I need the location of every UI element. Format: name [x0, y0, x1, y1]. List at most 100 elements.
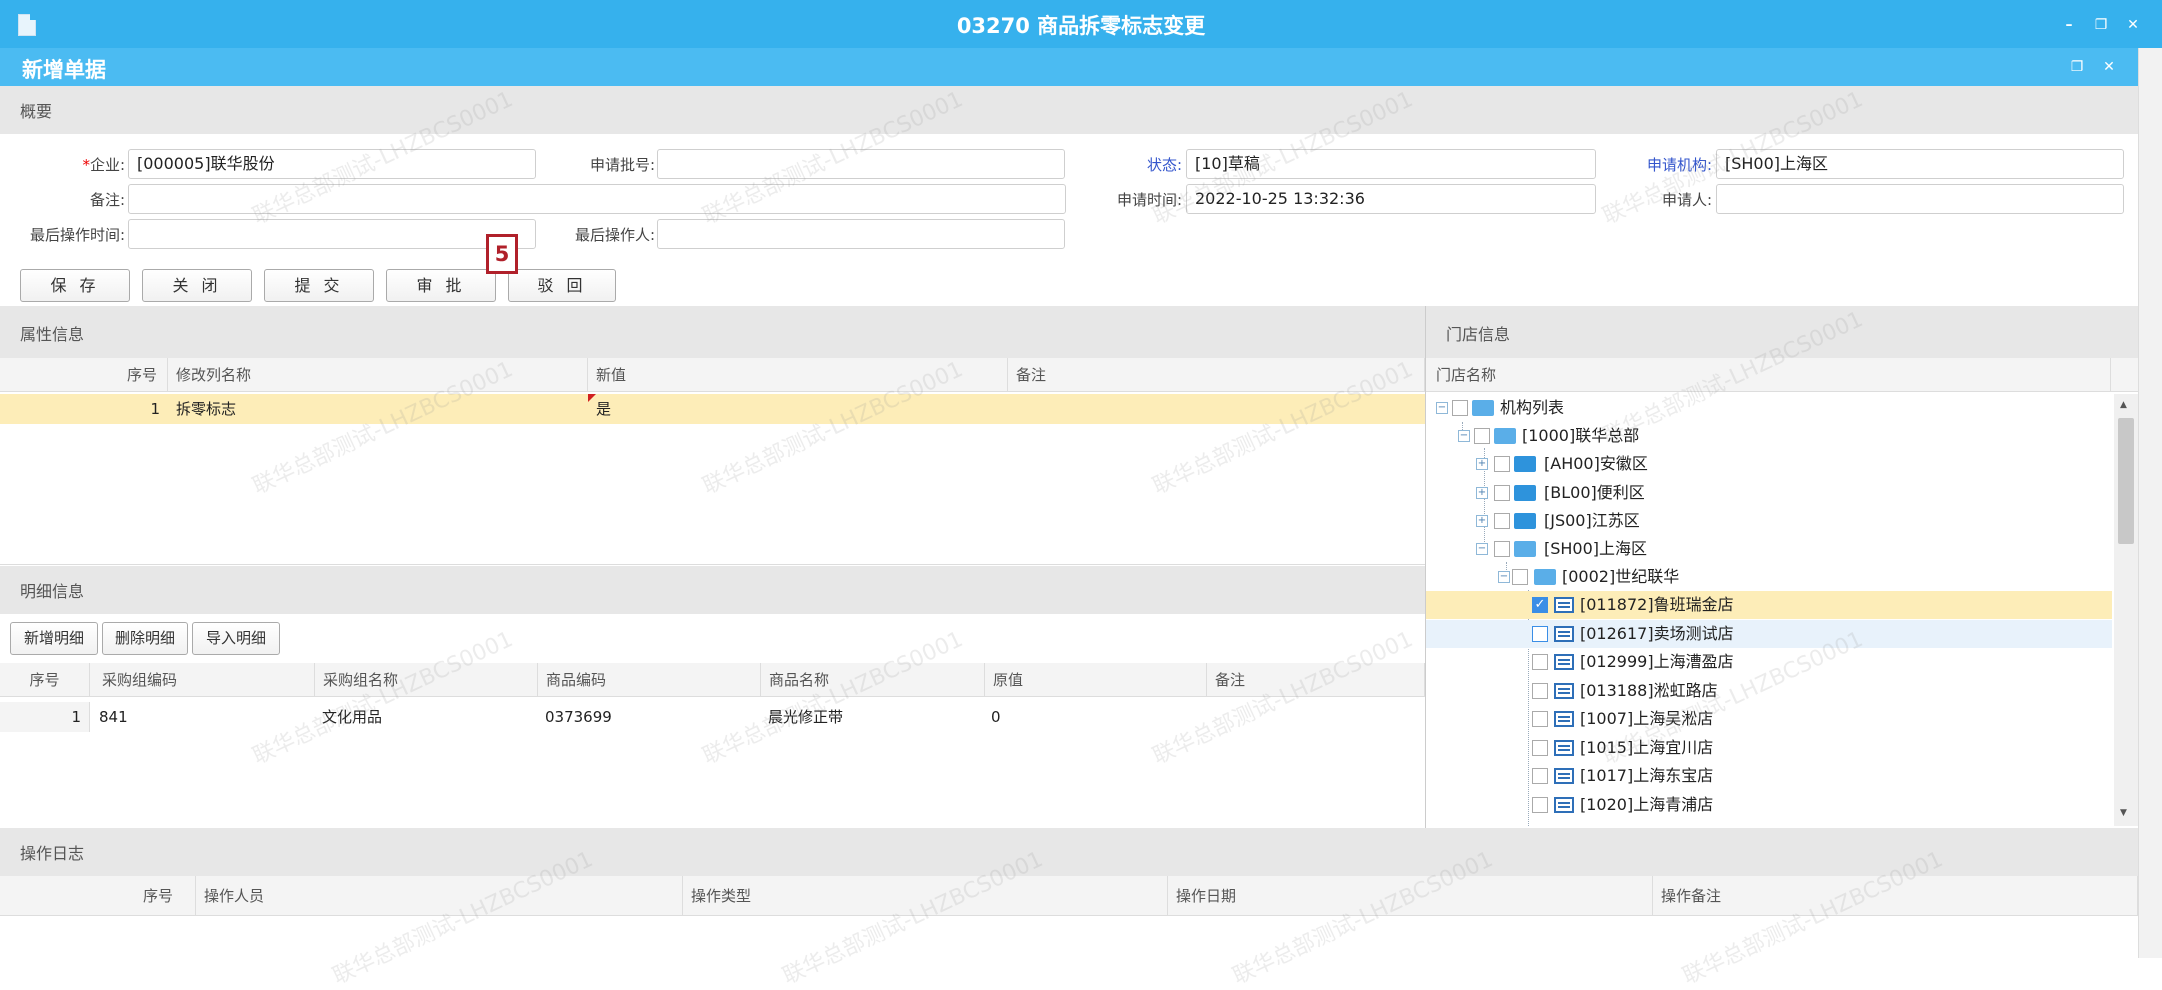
checkbox[interactable]	[1532, 654, 1548, 670]
checkbox-checked[interactable]: ✓	[1532, 597, 1548, 613]
purchase-group-code: 841	[99, 708, 128, 726]
remark-field[interactable]	[128, 184, 1066, 214]
collapse-icon[interactable]: −	[1458, 430, 1470, 442]
folder-icon	[1514, 513, 1536, 529]
col-header: 备注	[1008, 358, 1425, 392]
last-time-field[interactable]	[128, 219, 536, 249]
log-section-header: 操作日志	[0, 828, 2138, 876]
close-button[interactable]: 关 闭	[142, 269, 252, 302]
batch-label: 申请批号:	[589, 156, 655, 174]
attribute-value[interactable]: 是	[596, 394, 1006, 424]
reject-button[interactable]: 驳 回	[508, 269, 616, 302]
log-table-header: 序号 操作人员 操作类型 操作日期 操作备注	[0, 876, 2138, 916]
checkbox[interactable]	[1532, 768, 1548, 784]
add-detail-button[interactable]: 新增明细	[10, 622, 98, 655]
approve-button[interactable]: 审 批	[386, 269, 496, 302]
expand-icon[interactable]: +	[1476, 515, 1488, 527]
checkbox[interactable]	[1474, 428, 1490, 444]
import-detail-button[interactable]: 导入明细	[192, 622, 280, 655]
tree-leaf-store[interactable]: ✓ [011872]鲁班瑞金店	[1426, 591, 2112, 619]
company-field[interactable]: [000005]联华股份	[128, 149, 536, 179]
delete-detail-button[interactable]: 删除明细	[102, 622, 188, 655]
details-table-header: 序号 采购组编码 采购组名称 商品编码 商品名称 原值 备注	[0, 663, 1425, 697]
tree-leaf-store[interactable]: [012999]上海漕盈店	[1426, 648, 2112, 676]
attribute-name: 拆零标志	[176, 400, 237, 418]
expand-icon[interactable]: +	[1476, 487, 1488, 499]
tree-leaf-store[interactable]: [1015]上海宜川店	[1426, 734, 2112, 762]
tree-node-js[interactable]: + [JS00]江苏区	[1426, 507, 2106, 535]
tree-leaf-store[interactable]: [1007]上海吴淞店	[1426, 705, 2112, 733]
tree-node-root[interactable]: − 机构列表	[1426, 394, 2106, 422]
tree-node-label: [AH00]安徽区	[1544, 454, 1648, 473]
submit-button[interactable]: 提 交	[264, 269, 374, 302]
checkbox[interactable]	[1494, 541, 1510, 557]
checkbox[interactable]	[1494, 485, 1510, 501]
table-row[interactable]: 1 拆零标志 是	[0, 394, 1425, 424]
attributes-table-header: 序号 修改列名称 新值 备注	[0, 358, 1425, 392]
scroll-down-icon[interactable]: ▼	[2120, 808, 2127, 818]
stores-section-header: 门店信息	[1426, 306, 2138, 360]
item-name: 晨光修正带	[768, 708, 844, 726]
checkbox[interactable]	[1532, 711, 1548, 727]
store-icon	[1554, 683, 1574, 699]
checkbox[interactable]	[1532, 797, 1548, 813]
checkbox[interactable]	[1452, 400, 1468, 416]
store-icon	[1554, 597, 1574, 613]
store-icon	[1554, 797, 1574, 813]
summary-section-header: 概要	[0, 86, 2138, 134]
tree-node-sh[interactable]: − [SH00]上海区	[1426, 535, 2106, 563]
restore-button[interactable]: ❐	[2090, 14, 2112, 36]
tree-node-sj[interactable]: − [0002]世纪联华	[1426, 563, 2106, 591]
checkbox[interactable]	[1494, 513, 1510, 529]
col-header: 操作人员	[196, 876, 683, 916]
col-header: 序号	[0, 663, 90, 697]
collapse-icon[interactable]: −	[1436, 402, 1448, 414]
row-number: 1	[0, 702, 90, 732]
tree-node-label: [BL00]便利区	[1544, 483, 1645, 502]
form-close-button[interactable]: ✕	[2098, 56, 2120, 78]
tree-node-label: [1015]上海宜川店	[1580, 738, 1714, 757]
checkbox[interactable]	[1532, 683, 1548, 699]
checkbox[interactable]	[1532, 740, 1548, 756]
tree-leaf-store[interactable]: [013188]淞虹路店	[1426, 677, 2112, 705]
collapse-icon[interactable]: −	[1476, 543, 1488, 555]
form-title: 新增单据	[22, 58, 106, 82]
tree-node-bl[interactable]: + [BL00]便利区	[1426, 479, 2106, 507]
checkbox[interactable]	[1494, 456, 1510, 472]
tree-node-label: [JS00]江苏区	[1544, 511, 1640, 530]
company-label: 企业:	[20, 154, 125, 175]
batch-field[interactable]	[657, 149, 1065, 179]
minimize-button[interactable]: –	[2058, 14, 2080, 36]
org-field[interactable]: [SH00]上海区	[1716, 149, 2124, 179]
tree-node-ah[interactable]: + [AH00]安徽区	[1426, 450, 2106, 478]
col-header: 操作类型	[683, 876, 1168, 916]
last-user-field[interactable]	[657, 219, 1065, 249]
save-button[interactable]: 保 存	[20, 269, 130, 302]
table-row[interactable]: 1 841 文化用品 0373699 晨光修正带 0	[0, 702, 1425, 732]
apply-time-field[interactable]: 2022-10-25 13:32:36	[1186, 184, 1596, 214]
collapse-icon[interactable]: −	[1498, 571, 1510, 583]
tree-node-label: [SH00]上海区	[1544, 539, 1648, 558]
tree-node-label: [1020]上海青浦店	[1580, 795, 1714, 814]
close-window-button[interactable]: ✕	[2122, 14, 2144, 36]
checkbox[interactable]	[1532, 626, 1548, 642]
tree-node-hq[interactable]: − [1000]联华总部	[1426, 422, 2106, 450]
tree-leaf-store[interactable]: [1020]上海青浦店	[1426, 791, 2112, 819]
form-titlebar: 新增单据 ❐ ✕	[0, 48, 2138, 86]
status-field[interactable]: [10]草稿	[1186, 149, 1596, 179]
tree-leaf-store[interactable]: [012617]卖场测试店	[1426, 620, 2112, 648]
expand-icon[interactable]: +	[1476, 458, 1488, 470]
form-restore-button[interactable]: ❐	[2066, 56, 2088, 78]
window-titlebar: 03270 商品拆零标志变更 – ❐ ✕	[0, 0, 2162, 48]
scroll-up-icon[interactable]: ▲	[2120, 400, 2127, 410]
tree-leaf-store[interactable]: [1017]上海东宝店	[1426, 762, 2112, 790]
tree-node-label: [0002]世纪联华	[1562, 567, 1680, 586]
dirty-marker-icon	[588, 394, 596, 402]
stores-scrollbar[interactable]: ▲ ▼	[2114, 394, 2138, 826]
scrollbar-thumb[interactable]	[2118, 418, 2134, 544]
store-icon	[1554, 768, 1574, 784]
page-scrollbar[interactable]	[2138, 48, 2162, 958]
checkbox[interactable]	[1512, 569, 1528, 585]
applicant-field[interactable]	[1716, 184, 2124, 214]
tree-node-label: [1000]联华总部	[1522, 426, 1640, 445]
